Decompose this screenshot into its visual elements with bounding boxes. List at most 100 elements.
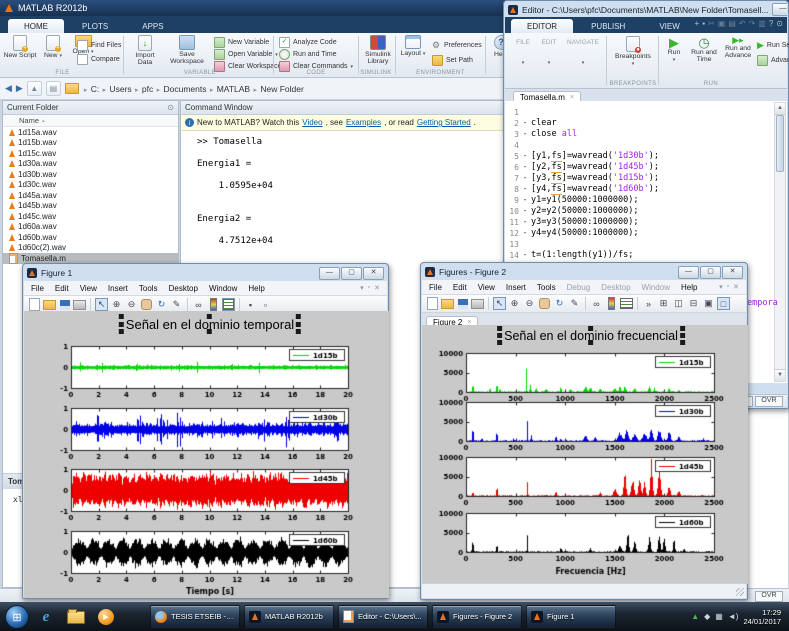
file-row[interactable]: 1d60b.wav [3,232,178,243]
selection-handle[interactable] [119,322,124,327]
menu-insert[interactable]: Insert [506,283,526,292]
file-row[interactable]: 1d30b.wav [3,169,178,180]
new-script-button[interactable]: + New Script [2,35,38,59]
selection-handle[interactable] [680,326,685,331]
taskbar-button[interactable]: Figure 1 [526,605,616,628]
tab-editor[interactable]: EDITOR [511,19,573,33]
media-player-icon[interactable]: ▶ [96,607,116,627]
scroll-down-icon[interactable]: ▼ [775,369,785,381]
save-workspace-button[interactable]: Save Workspace [164,35,210,65]
file-row[interactable]: 1d45c.wav [3,211,178,222]
file-row[interactable]: Tomasella.m [3,253,178,264]
import-data-button[interactable]: ↓ Import Data [128,35,162,66]
menu-edit[interactable]: Edit [453,283,467,292]
taskbar-button[interactable]: MATLAB R2012b [244,605,334,628]
panel-actions-icon[interactable]: ⊙ [167,103,174,112]
file-row[interactable]: 1d15b.wav [3,138,178,149]
tab-view[interactable]: VIEW [643,19,695,33]
code-line[interactable]: 11-y3=y3(50000:1000000); [505,217,787,228]
pan-icon[interactable] [538,297,551,310]
menu-view[interactable]: View [478,283,495,292]
link-plot-icon[interactable]: ∞ [192,298,205,311]
menu-expand-icon[interactable]: ⊙ [776,19,783,28]
figure1-plot-canvas[interactable] [24,311,389,598]
selection-handle[interactable] [296,322,301,327]
redo-icon[interactable]: ↷ [749,19,756,28]
layout-columns-icon[interactable]: ◫ [672,297,685,310]
taskbar-button[interactable]: Figures - Figure 2 [432,605,522,628]
explorer-folder-icon[interactable] [66,607,86,627]
run-and-time-button[interactable]: Run and Time [279,49,337,60]
code-line[interactable]: 12-y4=y4(50000:1000000); [505,228,787,239]
selection-handle[interactable] [497,340,502,345]
undo-icon[interactable]: ↶ [739,19,746,28]
code-line[interactable]: 14-t=(1:length(y1))/fs; [505,250,787,261]
save-icon[interactable] [456,297,469,310]
taskbar-button[interactable]: Editor - C:\Users\... [338,605,428,628]
new-figure-icon[interactable] [426,297,439,310]
simulink-library-button[interactable]: Simulink Library [361,35,395,65]
code-line[interactable]: 6-[y2,fs]=wavread('1d45b'); [505,162,787,173]
code-line[interactable]: 7-[y3,fs]=wavread('1d15b'); [505,173,787,184]
menu-desktop[interactable]: Desktop [601,283,630,292]
file-row[interactable]: 1d15c.wav [3,148,178,159]
minimize-button[interactable]: — [678,266,699,279]
command-output[interactable]: >> Tomasella Energia1 = 1.0595e+04 Energ… [181,131,505,247]
breadcrumb-segment[interactable]: Documents [161,84,209,94]
rotate-3d-icon[interactable]: ↻ [553,297,566,310]
tab-home[interactable]: HOME [8,19,64,33]
pan-icon[interactable] [140,298,153,311]
video-link[interactable]: Video [302,118,322,127]
clock[interactable]: 17:29 24/01/2017 [743,608,787,626]
menu-tools[interactable]: Tools [537,283,556,292]
figure1-plot-title[interactable]: Señal en el dominio temporal [121,317,299,332]
file-row[interactable]: 1d60a.wav [3,222,178,233]
code-line[interactable]: 8-[y4,fs]=wavread('1d60b'); [505,184,787,195]
update-icon[interactable]: ▲ [691,612,699,621]
safely-remove-icon[interactable]: ◆ [704,612,710,621]
code-line[interactable]: 10-y2=y2(50000:1000000); [505,206,787,217]
plot-tools-on-icon[interactable]: ▫ [259,298,272,311]
editor-titlebar[interactable]: Editor - C:\Users\pfc\Documents\MATLAB\N… [505,2,787,17]
selection-handle[interactable] [296,314,301,319]
breadcrumb-segment[interactable]: pfc [140,84,156,94]
selection-handle[interactable] [497,326,502,331]
figure2-plot-canvas[interactable] [422,325,748,584]
menu-edit[interactable]: Edit [55,284,69,293]
forward-icon[interactable]: ▶ [16,83,23,94]
print-icon[interactable] [73,298,86,311]
current-folder-header[interactable]: Current Folder ⊙ [3,101,178,115]
scrollbar-thumb[interactable] [776,115,784,172]
network-icon[interactable]: ▦ [715,612,723,621]
editor-scrollbar[interactable]: ▲ ▼ [774,102,786,382]
selection-handle[interactable] [119,329,124,334]
menu-help[interactable]: Help [248,284,264,293]
tab-apps[interactable]: APPS [126,19,179,33]
file-row[interactable]: 1d45a.wav [3,190,178,201]
editor-edit-group[interactable]: EDIT▾ [537,39,561,66]
open-icon[interactable] [43,298,56,311]
file-list-column-header[interactable]: Name ▴ [3,115,178,127]
menu-file[interactable]: File [429,283,442,292]
run-and-time-button[interactable]: ◷ Run and Time [689,36,719,63]
colorbar-icon[interactable] [207,298,220,311]
breadcrumb-segment[interactable]: MATLAB [214,84,252,94]
copy-icon[interactable]: ▣ [718,19,726,28]
minimize-button[interactable]: — [319,267,340,280]
selection-handle[interactable] [680,333,685,338]
tab-publish[interactable]: PUBLISH [575,19,641,33]
scroll-up-icon[interactable]: ▲ [775,103,785,115]
run-button[interactable]: ▶ Run▾ [661,36,687,64]
find-files-button[interactable]: Find Files [77,40,121,51]
set-path-button[interactable]: Set Path [432,55,473,66]
file-row[interactable]: 1d60c(2).wav [3,243,178,254]
layout-grid-icon[interactable]: ⊞ [657,297,670,310]
file-row[interactable]: 1d15a.wav [3,127,178,138]
code-line[interactable]: 1 [505,107,787,118]
link-plot-icon[interactable]: ∞ [590,297,603,310]
taskbar-button[interactable]: TESIS ETSEIB - Go... [150,605,240,628]
breadcrumb-segment[interactable]: Users [107,84,134,94]
menu-window[interactable]: Window [209,284,237,293]
more-tools-icon[interactable]: » [642,297,655,310]
layout-button[interactable]: Layout ▾ [398,35,428,58]
